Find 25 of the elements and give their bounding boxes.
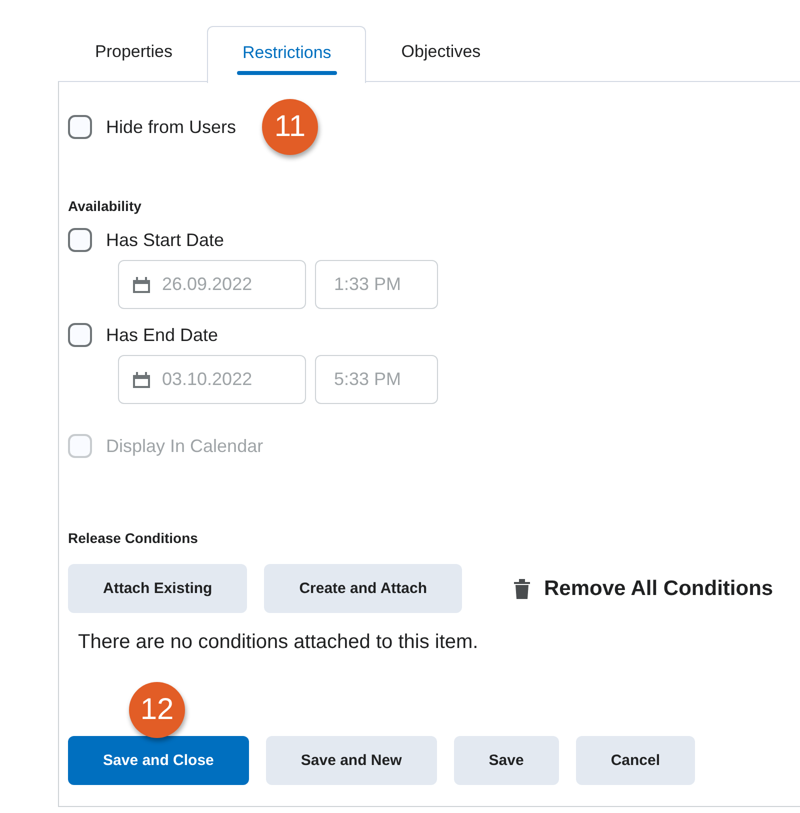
footer-button[interactable]: Save	[454, 736, 559, 785]
footer-button[interactable]: Save and Close	[68, 736, 249, 785]
trash-icon	[514, 578, 530, 598]
checkbox[interactable]	[68, 323, 92, 347]
calendar-icon	[133, 372, 150, 388]
condition-button[interactable]: Create and Attach	[264, 564, 462, 613]
checkbox[interactable]	[68, 228, 92, 252]
tab[interactable]: Objectives	[366, 25, 516, 82]
checkbox-label: Has End Date	[106, 324, 218, 346]
remove-all-button[interactable]: Remove All Conditions	[514, 576, 774, 600]
tab[interactable]: Restrictions	[207, 26, 366, 83]
step-badge: 11	[262, 99, 318, 155]
footer-button[interactable]: Save and New	[266, 736, 437, 785]
checkbox-label: Has Start Date	[106, 230, 224, 250]
condition-button[interactable]: Attach Existing	[68, 564, 248, 613]
calendar-icon	[133, 276, 150, 292]
tab[interactable]: Properties	[60, 25, 208, 82]
checkbox[interactable]	[68, 115, 92, 139]
empty-message: There are no conditions attached to this item.	[78, 631, 480, 654]
section-heading: Release Conditions	[68, 530, 199, 546]
checkbox-label: Hide from Users	[106, 116, 236, 138]
section-heading: Availability	[68, 198, 142, 214]
checkbox-label: Display In Calendar	[106, 436, 264, 456]
step-badge: 12	[129, 682, 185, 738]
footer-button[interactable]: Cancel	[576, 736, 696, 785]
